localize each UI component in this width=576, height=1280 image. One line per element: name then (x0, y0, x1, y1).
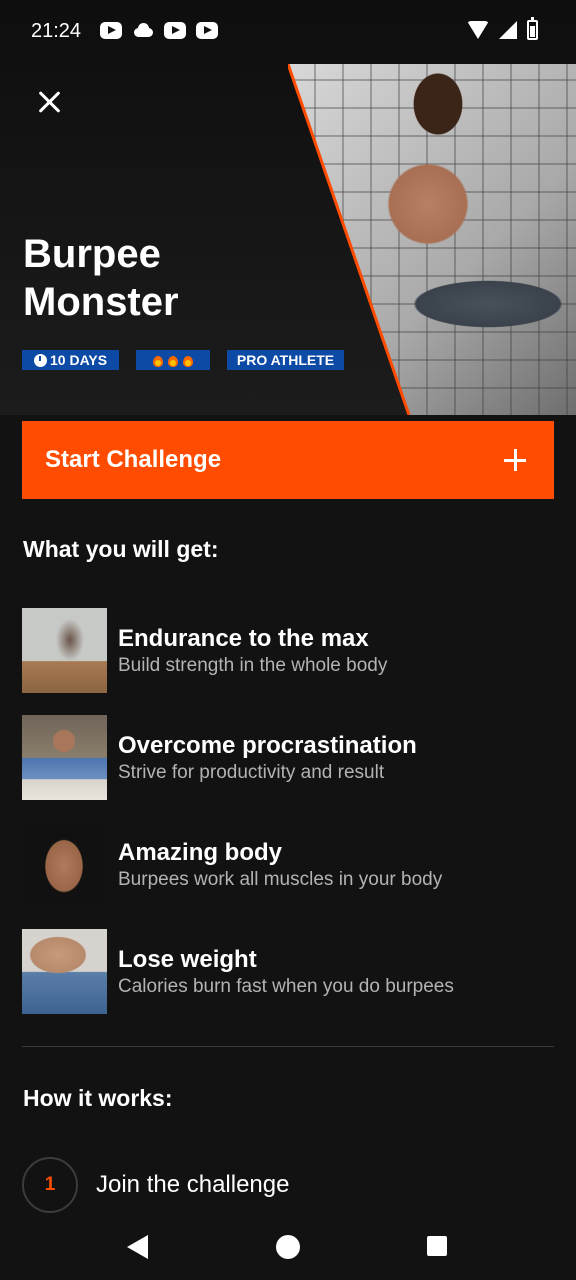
body-thumbnail (22, 822, 107, 907)
youtube-icon (164, 22, 186, 39)
section-divider (22, 1046, 554, 1047)
start-challenge-button[interactable]: Start Challenge (22, 421, 554, 499)
start-challenge-label: Start Challenge (45, 446, 222, 473)
list-item: Overcome procrastination Strive for prod… (22, 715, 554, 800)
duration-label: 10 DAYS (50, 352, 108, 368)
benefit-subtitle: Strive for productivity and result (118, 761, 385, 783)
battery-icon (527, 17, 538, 40)
youtube-icon (196, 22, 218, 39)
system-nav-bar (0, 1215, 576, 1280)
signal-icon (499, 21, 517, 39)
notification-icons (100, 22, 218, 39)
procrastination-thumbnail (22, 715, 107, 800)
benefits-list: Endurance to the max Build strength in t… (22, 608, 554, 1036)
benefit-subtitle: Build strength in the whole body (118, 654, 388, 676)
list-item: Lose weight Calories burn fast when you … (22, 929, 554, 1014)
level-badge: PRO ATHLETE (227, 350, 344, 370)
list-item: Amazing body Burpees work all muscles in… (22, 822, 554, 907)
step-number: 1 (22, 1157, 78, 1213)
back-icon[interactable] (127, 1235, 148, 1259)
challenge-title: Burpee Monster (23, 232, 179, 324)
weight-thumbnail (22, 929, 107, 1014)
benefit-title: Lose weight (118, 945, 257, 973)
benefit-subtitle: Calories burn fast when you do burpees (118, 975, 454, 997)
step-label: Join the challenge (96, 1171, 290, 1198)
cloud-icon (132, 22, 154, 39)
list-item: Endurance to the max Build strength in t… (22, 608, 554, 693)
step-item: 1 Join the challenge (22, 1157, 289, 1213)
close-button[interactable] (30, 82, 70, 122)
timer-icon (34, 353, 47, 367)
recents-icon[interactable] (427, 1236, 447, 1256)
system-icons (467, 17, 538, 40)
benefit-title: Overcome procrastination (118, 731, 417, 759)
status-bar: 21:24 (0, 0, 576, 64)
challenge-badges: 10 DAYS PRO ATHLETE (22, 350, 344, 370)
difficulty-badge (136, 350, 210, 370)
plus-icon (504, 449, 526, 471)
duration-badge: 10 DAYS (22, 350, 119, 370)
endurance-thumbnail (22, 608, 107, 693)
fire-icon (167, 353, 179, 367)
wifi-icon (467, 21, 489, 39)
benefit-subtitle: Burpees work all muscles in your body (118, 868, 443, 890)
benefits-heading: What you will get: (23, 536, 219, 562)
level-label: PRO ATHLETE (236, 352, 335, 368)
benefit-title: Amazing body (118, 838, 283, 866)
benefit-title: Endurance to the max (118, 624, 369, 652)
home-icon[interactable] (276, 1235, 300, 1259)
fire-icon (182, 353, 194, 367)
youtube-icon (100, 22, 122, 39)
fire-icon (152, 353, 164, 367)
how-it-works-heading: How it works: (23, 1085, 173, 1111)
status-time: 21:24 (31, 20, 82, 42)
